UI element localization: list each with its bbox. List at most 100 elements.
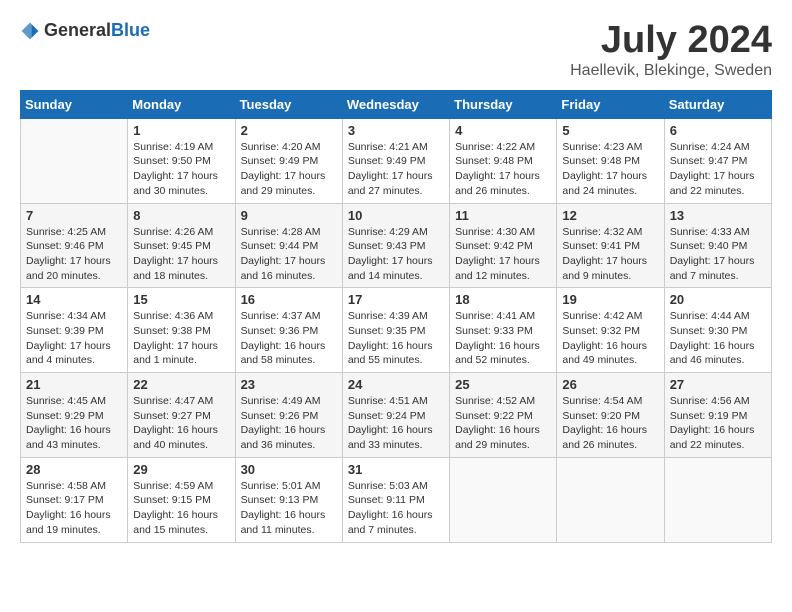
calendar-cell: 23 Sunrise: 4:49 AM Sunset: 9:26 PM Dayli… [235,373,342,458]
calendar-cell: 4 Sunrise: 4:22 AM Sunset: 9:48 PM Daylig… [450,118,557,203]
day-info: Sunrise: 4:41 AM Sunset: 9:33 PM Dayligh… [455,309,551,368]
day-info: Sunrise: 5:01 AM Sunset: 9:13 PM Dayligh… [241,479,337,538]
calendar-cell: 14 Sunrise: 4:34 AM Sunset: 9:39 PM Dayli… [21,288,128,373]
day-number: 11 [455,208,551,223]
calendar-cell [557,457,664,542]
day-info: Sunrise: 4:42 AM Sunset: 9:32 PM Dayligh… [562,309,658,368]
day-number: 2 [241,123,337,138]
header-row: SundayMondayTuesdayWednesdayThursdayFrid… [21,90,772,118]
week-row-5: 28 Sunrise: 4:58 AM Sunset: 9:17 PM Dayli… [21,457,772,542]
calendar-cell: 1 Sunrise: 4:19 AM Sunset: 9:50 PM Daylig… [128,118,235,203]
day-info: Sunrise: 4:23 AM Sunset: 9:48 PM Dayligh… [562,140,658,199]
day-number: 5 [562,123,658,138]
calendar-cell: 22 Sunrise: 4:47 AM Sunset: 9:27 PM Dayli… [128,373,235,458]
calendar-cell: 31 Sunrise: 5:03 AM Sunset: 9:11 PM Dayli… [342,457,449,542]
day-info: Sunrise: 4:25 AM Sunset: 9:46 PM Dayligh… [26,225,122,284]
calendar-cell: 26 Sunrise: 4:54 AM Sunset: 9:20 PM Dayli… [557,373,664,458]
calendar-cell: 9Sunrise: 4:28 AM Sunset: 9:44 PM Daylig… [235,203,342,288]
day-number: 31 [348,462,444,477]
week-row-1: 1 Sunrise: 4:19 AM Sunset: 9:50 PM Daylig… [21,118,772,203]
column-header-sunday: Sunday [21,90,128,118]
day-number: 20 [670,292,766,307]
calendar-cell: 24 Sunrise: 4:51 AM Sunset: 9:24 PM Dayli… [342,373,449,458]
day-number: 30 [241,462,337,477]
logo: GeneralBlue [20,20,150,41]
day-number: 16 [241,292,337,307]
day-info: Sunrise: 4:26 AM Sunset: 9:45 PM Dayligh… [133,225,229,284]
day-number: 15 [133,292,229,307]
day-info: Sunrise: 4:29 AM Sunset: 9:43 PM Dayligh… [348,225,444,284]
day-info: Sunrise: 4:44 AM Sunset: 9:30 PM Dayligh… [670,309,766,368]
day-info: Sunrise: 4:37 AM Sunset: 9:36 PM Dayligh… [241,309,337,368]
day-number: 28 [26,462,122,477]
day-number: 7 [26,208,122,223]
day-info: Sunrise: 4:30 AM Sunset: 9:42 PM Dayligh… [455,225,551,284]
day-info: Sunrise: 4:58 AM Sunset: 9:17 PM Dayligh… [26,479,122,538]
calendar-cell [21,118,128,203]
column-header-saturday: Saturday [664,90,771,118]
day-info: Sunrise: 4:22 AM Sunset: 9:48 PM Dayligh… [455,140,551,199]
logo-blue-text: Blue [111,20,150,40]
main-title: July 2024 [570,20,772,62]
logo-icon [20,21,40,41]
calendar-cell: 29Sunrise: 4:59 AM Sunset: 9:15 PM Dayli… [128,457,235,542]
day-info: Sunrise: 4:20 AM Sunset: 9:49 PM Dayligh… [241,140,337,199]
calendar-cell: 16 Sunrise: 4:37 AM Sunset: 9:36 PM Dayli… [235,288,342,373]
day-info: Sunrise: 4:47 AM Sunset: 9:27 PM Dayligh… [133,394,229,453]
page-header: GeneralBlue July 2024 Haellevik, Bleking… [20,20,772,80]
logo-general-text: General [44,20,111,40]
calendar-cell: 12 Sunrise: 4:32 AM Sunset: 9:41 PM Dayli… [557,203,664,288]
day-info: Sunrise: 4:54 AM Sunset: 9:20 PM Dayligh… [562,394,658,453]
day-number: 22 [133,377,229,392]
day-info: Sunrise: 4:33 AM Sunset: 9:40 PM Dayligh… [670,225,766,284]
day-number: 24 [348,377,444,392]
day-number: 3 [348,123,444,138]
day-number: 14 [26,292,122,307]
day-number: 23 [241,377,337,392]
day-number: 9 [241,208,337,223]
column-header-wednesday: Wednesday [342,90,449,118]
calendar-table: SundayMondayTuesdayWednesdayThursdayFrid… [20,90,772,543]
calendar-cell: 5 Sunrise: 4:23 AM Sunset: 9:48 PM Daylig… [557,118,664,203]
week-row-4: 21 Sunrise: 4:45 AM Sunset: 9:29 PM Dayli… [21,373,772,458]
calendar-cell: 7 Sunrise: 4:25 AM Sunset: 9:46 PM Daylig… [21,203,128,288]
day-info: Sunrise: 4:21 AM Sunset: 9:49 PM Dayligh… [348,140,444,199]
column-header-thursday: Thursday [450,90,557,118]
day-number: 10 [348,208,444,223]
calendar-cell: 25Sunrise: 4:52 AM Sunset: 9:22 PM Dayli… [450,373,557,458]
day-number: 18 [455,292,551,307]
day-info: Sunrise: 4:49 AM Sunset: 9:26 PM Dayligh… [241,394,337,453]
calendar-cell: 17Sunrise: 4:39 AM Sunset: 9:35 PM Dayli… [342,288,449,373]
day-number: 12 [562,208,658,223]
calendar-cell: 8Sunrise: 4:26 AM Sunset: 9:45 PM Daylig… [128,203,235,288]
calendar-header: SundayMondayTuesdayWednesdayThursdayFrid… [21,90,772,118]
day-info: Sunrise: 4:24 AM Sunset: 9:47 PM Dayligh… [670,140,766,199]
day-info: Sunrise: 5:03 AM Sunset: 9:11 PM Dayligh… [348,479,444,538]
day-info: Sunrise: 4:32 AM Sunset: 9:41 PM Dayligh… [562,225,658,284]
day-info: Sunrise: 4:19 AM Sunset: 9:50 PM Dayligh… [133,140,229,199]
column-header-monday: Monday [128,90,235,118]
calendar-cell: 2 Sunrise: 4:20 AM Sunset: 9:49 PM Daylig… [235,118,342,203]
week-row-3: 14 Sunrise: 4:34 AM Sunset: 9:39 PM Dayli… [21,288,772,373]
day-info: Sunrise: 4:36 AM Sunset: 9:38 PM Dayligh… [133,309,229,368]
day-info: Sunrise: 4:52 AM Sunset: 9:22 PM Dayligh… [455,394,551,453]
calendar-cell: 13Sunrise: 4:33 AM Sunset: 9:40 PM Dayli… [664,203,771,288]
week-row-2: 7 Sunrise: 4:25 AM Sunset: 9:46 PM Daylig… [21,203,772,288]
day-info: Sunrise: 4:51 AM Sunset: 9:24 PM Dayligh… [348,394,444,453]
day-info: Sunrise: 4:34 AM Sunset: 9:39 PM Dayligh… [26,309,122,368]
day-info: Sunrise: 4:45 AM Sunset: 9:29 PM Dayligh… [26,394,122,453]
day-number: 6 [670,123,766,138]
day-number: 29 [133,462,229,477]
calendar-cell: 6 Sunrise: 4:24 AM Sunset: 9:47 PM Daylig… [664,118,771,203]
calendar-cell: 20 Sunrise: 4:44 AM Sunset: 9:30 PM Dayli… [664,288,771,373]
day-number: 1 [133,123,229,138]
day-number: 19 [562,292,658,307]
day-number: 26 [562,377,658,392]
day-number: 4 [455,123,551,138]
day-number: 17 [348,292,444,307]
title-block: July 2024 Haellevik, Blekinge, Sweden [570,20,772,80]
calendar-cell: 11 Sunrise: 4:30 AM Sunset: 9:42 PM Dayli… [450,203,557,288]
calendar-cell [664,457,771,542]
column-header-tuesday: Tuesday [235,90,342,118]
day-number: 21 [26,377,122,392]
